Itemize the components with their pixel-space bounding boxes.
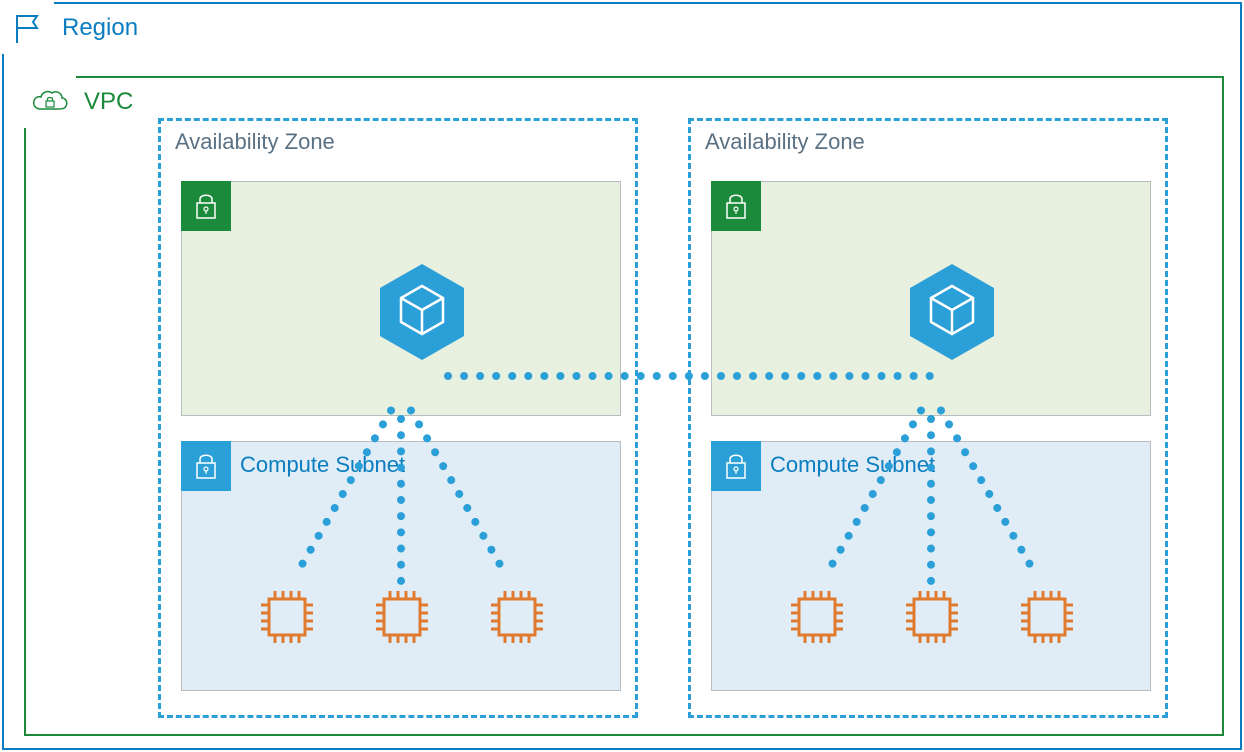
compute-subnet-label: Compute Subnet: [770, 452, 935, 478]
compute-chip-icon: [1017, 587, 1077, 647]
lock-icon: [711, 441, 761, 491]
vpc-label: VPC: [84, 88, 133, 116]
compute-chip-icon: [787, 587, 847, 647]
compute-chip-icon: [902, 587, 962, 647]
connection-between-zones: [444, 372, 934, 380]
compute-chip-icon: [487, 587, 547, 647]
lock-icon: [181, 441, 231, 491]
vpc-cloud-icon: [24, 76, 76, 128]
connection-to-compute: [397, 415, 405, 585]
availability-zone-1: Availability Zone: [158, 118, 638, 718]
region-flag-icon: [2, 2, 54, 54]
compute-chip-icon: [257, 587, 317, 647]
head-node-icon: [377, 262, 467, 362]
lock-icon: [711, 181, 761, 231]
region-label: Region: [62, 14, 138, 42]
region-container: Region VPC Availability Zone: [2, 2, 1242, 750]
head-subnet-2: [711, 181, 1151, 416]
head-subnet-1: [181, 181, 621, 416]
connection-to-compute: [927, 415, 935, 585]
az-label: Availability Zone: [175, 129, 335, 155]
az-label: Availability Zone: [705, 129, 865, 155]
compute-subnet-label: Compute Subnet: [240, 452, 405, 478]
vpc-container: VPC Availability Zone: [24, 76, 1224, 736]
compute-chip-icon: [372, 587, 432, 647]
availability-zone-2: Availability Zone: [688, 118, 1168, 718]
head-node-icon: [907, 262, 997, 362]
lock-icon: [181, 181, 231, 231]
